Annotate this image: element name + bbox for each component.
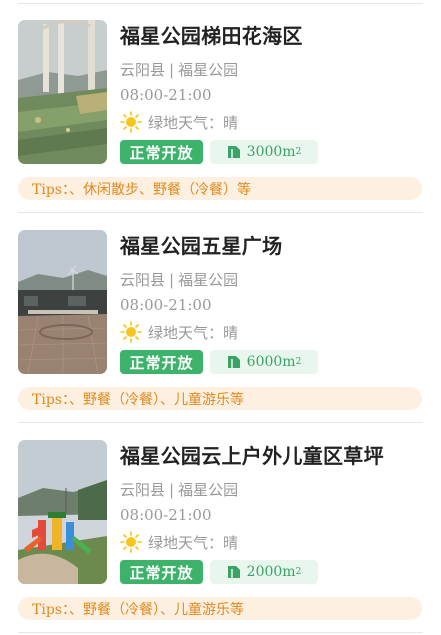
area-badge: 3000m 2 <box>210 140 318 164</box>
tips-bar: Tips：、野餐（冷餐）、儿童游乐等 <box>18 597 422 620</box>
area-badge: 2000m 2 <box>210 560 318 584</box>
opening-hours: 08:00-21:00 <box>120 296 212 314</box>
sun-icon <box>120 111 142 133</box>
weather-text: 绿地天气：晴 <box>148 323 239 342</box>
weather-row: 绿地天气：晴 <box>120 110 238 134</box>
location-separator: | <box>169 271 175 289</box>
location-separator: | <box>169 481 175 499</box>
area-badge: 6000m 2 <box>210 350 318 374</box>
area-value: 3000m <box>246 144 296 160</box>
card-location: 云阳县 | 福星公园 <box>120 59 238 80</box>
park-label: 福星公园 <box>178 271 239 289</box>
card-thumbnail[interactable] <box>18 20 107 164</box>
tips-bar: Tips：、休闲散步、野餐（冷餐）等 <box>18 177 422 200</box>
area-icon <box>227 356 240 368</box>
area-unit-exponent: 2 <box>295 567 302 577</box>
park-label: 福星公园 <box>178 481 239 499</box>
terrace-flower-photo <box>18 20 107 164</box>
card-title[interactable]: 福星公园五星广场 <box>120 230 282 259</box>
area-value: 2000m <box>246 564 296 580</box>
park-label: 福星公园 <box>178 61 239 79</box>
greenspace-card[interactable]: 福星公园五星广场 云阳县 | 福星公园 08:00-21:00 绿地天气：晴 正常开… <box>0 210 441 423</box>
area-unit-exponent: 2 <box>295 147 302 157</box>
weather-text: 绿地天气：晴 <box>148 113 239 132</box>
sun-icon <box>120 321 142 343</box>
card-thumbnail[interactable] <box>18 440 107 584</box>
area-unit-exponent: 2 <box>295 357 302 367</box>
status-badge: 正常开放 <box>120 140 203 164</box>
area-icon <box>227 566 240 578</box>
tips-bar: Tips：、野餐（冷餐）、儿童游乐等 <box>18 387 422 410</box>
area-value: 6000m <box>246 354 296 370</box>
status-badge: 正常开放 <box>120 560 203 584</box>
card-title[interactable]: 福星公园梯田花海区 <box>120 20 303 49</box>
kids-playground-photo <box>18 440 107 584</box>
five-star-plaza-photo <box>18 230 107 374</box>
status-badge: 正常开放 <box>120 350 203 374</box>
card-location: 云阳县 | 福星公园 <box>120 269 238 290</box>
area-icon <box>227 146 240 158</box>
county-label: 云阳县 <box>120 481 166 499</box>
county-label: 云阳县 <box>120 61 166 79</box>
card-title[interactable]: 福星公园云上户外儿童区草坪 <box>120 440 384 469</box>
sun-icon <box>120 531 142 553</box>
card-divider <box>18 632 423 633</box>
card-location: 云阳县 | 福星公园 <box>120 479 238 500</box>
greenspace-card[interactable]: 福星公园云上户外儿童区草坪 云阳县 | 福星公园 08:00-21:00 绿地天气：… <box>0 420 441 633</box>
county-label: 云阳县 <box>120 271 166 289</box>
weather-row: 绿地天气：晴 <box>120 530 238 554</box>
weather-row: 绿地天气：晴 <box>120 320 238 344</box>
card-thumbnail[interactable] <box>18 230 107 374</box>
greenspace-card[interactable]: 福星公园梯田花海区 云阳县 | 福星公园 08:00-21:00 绿地天气：晴 正常… <box>0 0 441 213</box>
weather-text: 绿地天气：晴 <box>148 533 239 552</box>
opening-hours: 08:00-21:00 <box>120 86 212 104</box>
location-separator: | <box>169 61 175 79</box>
opening-hours: 08:00-21:00 <box>120 506 212 524</box>
